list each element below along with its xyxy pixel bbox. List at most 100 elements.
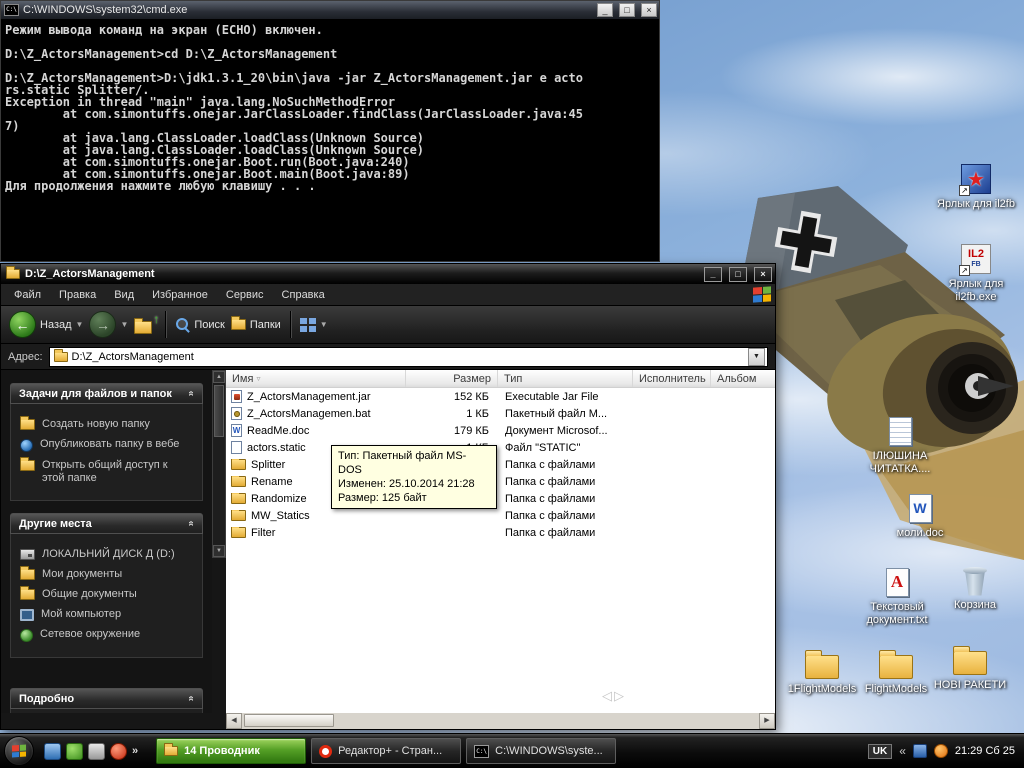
file-type: Папка с файлами: [505, 492, 596, 505]
details-header[interactable]: Подробно: [10, 688, 203, 709]
start-button[interactable]: [4, 736, 34, 766]
scroll-left-button[interactable]: [226, 713, 242, 729]
file-type: Папка с файлами: [505, 475, 596, 488]
cmd-restore-button[interactable]: [619, 3, 635, 17]
other-places-header[interactable]: Другие места: [10, 513, 203, 534]
folder-icon: [6, 266, 20, 279]
task-explorer-group[interactable]: 14 Проводник: [156, 738, 307, 764]
folders-button[interactable]: Папки: [230, 316, 281, 331]
cmd-minimize-button[interactable]: [597, 3, 613, 17]
quick-launch-overflow-icon[interactable]: [132, 745, 138, 757]
search-button[interactable]: Поиск: [175, 317, 225, 332]
file-row[interactable]: actors.static 1 КБ Файл "STATIC": [226, 439, 775, 456]
file-row[interactable]: Z_ActorsManagemen.bat 1 КБ Пакетный файл…: [226, 405, 775, 422]
sidebar-item-shared-documents[interactable]: Общие документы: [20, 586, 193, 601]
column-header-album[interactable]: Альбом: [711, 370, 775, 387]
shortcut-arrow-icon: [959, 185, 970, 196]
tray-app-icon[interactable]: [912, 744, 927, 758]
file-row[interactable]: Randomize Папка с файлами: [226, 490, 775, 507]
language-indicator[interactable]: UK: [867, 743, 893, 759]
sidebar-item-publish-web[interactable]: Опубликовать папку в вебе: [20, 438, 193, 452]
sidebar-item-local-disk-d[interactable]: ЛОКАЛЬНИЙ ДИСК Д (D:): [20, 548, 193, 561]
scrollbar-thumb[interactable]: [244, 714, 334, 727]
menu-edit[interactable]: Правка: [50, 286, 105, 304]
chevron-up-icon[interactable]: [186, 521, 197, 527]
sidebar-item-new-folder[interactable]: Создать новую папку: [20, 416, 193, 431]
views-dropdown-icon[interactable]: [320, 320, 328, 329]
desktop-icon-folder-novi-rakety[interactable]: НОВІ РАКЕТИ: [931, 644, 1009, 692]
tray-expand-icon[interactable]: [899, 744, 906, 758]
desktop-icon-word-doc[interactable]: моли.doc: [881, 492, 959, 540]
sidebar-item-network[interactable]: Сетевое окружение: [20, 628, 193, 642]
menu-file[interactable]: Файл: [5, 286, 50, 304]
explorer-maximize-button[interactable]: [729, 266, 747, 282]
column-header-artist[interactable]: Исполнитель: [633, 370, 711, 387]
sidebar-item-my-computer[interactable]: Мой компьютер: [20, 608, 193, 621]
desktop-icon-il2fb-exe-shortcut[interactable]: Ярлык для il2fb.exe: [937, 243, 1015, 304]
chevron-up-icon[interactable]: [186, 391, 197, 397]
file-row[interactable]: Splitter Папка с файлами: [226, 456, 775, 473]
sidebar-scrollbar[interactable]: [212, 370, 226, 558]
tray-update-icon[interactable]: [933, 744, 948, 758]
file-name: ReadMe.doc: [247, 424, 310, 437]
desktop-icon-txt-file[interactable]: Текстовый документ.txt: [858, 566, 936, 627]
back-dropdown-icon[interactable]: [76, 320, 84, 329]
explorer-minimize-button[interactable]: [704, 266, 722, 282]
up-button[interactable]: [134, 316, 156, 334]
explorer-titlebar[interactable]: D:\Z_ActorsManagement: [1, 264, 775, 284]
horizontal-scrollbar[interactable]: [226, 713, 775, 729]
scrollbar-track[interactable]: [242, 713, 759, 729]
file-row[interactable]: Filter Папка с файлами: [226, 524, 775, 541]
forward-button[interactable]: [89, 311, 128, 338]
batch-file-icon: [231, 407, 242, 420]
forward-dropdown-icon[interactable]: [120, 320, 128, 329]
menu-view[interactable]: Вид: [105, 286, 143, 304]
desktop-icon-text-document[interactable]: ІЛЮШИНА ЧИТАТКА....: [861, 415, 939, 476]
sidebar-item-label: Общие документы: [42, 588, 137, 600]
snagit-icon[interactable]: [88, 742, 105, 760]
file-row[interactable]: ReadMe.doc 179 КБ Документ Microsof...: [226, 422, 775, 439]
column-header-name[interactable]: Имя: [226, 370, 406, 387]
address-dropdown-button[interactable]: [748, 347, 765, 366]
desktop-icon-label: НОВІ РАКЕТИ: [933, 679, 1007, 691]
sidebar-item-label: Открыть общий доступ к этой папке: [42, 459, 168, 484]
chevron-up-icon[interactable]: [186, 696, 197, 702]
show-desktop-icon[interactable]: [44, 742, 61, 760]
scrollbar-thumb[interactable]: [214, 385, 224, 437]
desktop-icon-folder-1flightmodels[interactable]: 1FlightModels: [783, 648, 861, 696]
menu-help[interactable]: Справка: [273, 286, 334, 304]
back-button[interactable]: Назад: [9, 311, 83, 338]
address-input[interactable]: D:\Z_ActorsManagement: [48, 346, 768, 367]
menu-favorites[interactable]: Избранное: [143, 286, 217, 304]
file-row[interactable]: MW_Statics Папка с файлами: [226, 507, 775, 524]
sidebar-item-label: Создать новую папку: [42, 418, 150, 430]
cmd-close-button[interactable]: [641, 3, 657, 17]
column-header-type[interactable]: Тип: [498, 370, 633, 387]
cmd-console[interactable]: Режим вывода команд на экран (ECHO) вклю…: [1, 19, 659, 261]
column-header-size[interactable]: Размер: [406, 370, 498, 387]
file-tasks-header[interactable]: Задачи для файлов и папок: [10, 383, 203, 404]
file-row[interactable]: Rename Папка с файлами: [226, 473, 775, 490]
forward-arrow-icon: [89, 311, 117, 338]
scroll-right-button[interactable]: [759, 713, 775, 729]
menu-tools[interactable]: Сервис: [217, 286, 273, 304]
desktop-icon-recycle-bin[interactable]: Корзина: [936, 564, 1014, 612]
file-row[interactable]: Z_ActorsManagement.jar 152 КБ Executable…: [226, 388, 775, 405]
sidebar-item-share-folder[interactable]: Открыть общий доступ к этой папке: [20, 457, 193, 485]
views-button[interactable]: [299, 317, 328, 332]
media-player-icon[interactable]: [66, 742, 83, 760]
explorer-close-button[interactable]: [754, 266, 772, 282]
column-label: Альбом: [717, 372, 757, 385]
sidebar-item-my-documents[interactable]: Мои документы: [20, 566, 193, 581]
browser-icon[interactable]: [110, 742, 127, 760]
scroll-up-button[interactable]: [213, 371, 225, 383]
scroll-down-button[interactable]: [213, 545, 225, 557]
task-cmd[interactable]: C:\WINDOWS\syste...: [466, 738, 617, 764]
cmd-titlebar[interactable]: C:\WINDOWS\system32\cmd.exe: [1, 1, 659, 19]
desktop-icon-folder-flightmodels[interactable]: FlightModels: [857, 648, 935, 696]
taskbar-clock[interactable]: 21:29 Сб 25: [955, 745, 1015, 757]
address-label: Адрес:: [8, 350, 43, 363]
quick-launch: [44, 742, 138, 760]
task-editor[interactable]: Редактор+ - Стран...: [311, 738, 462, 764]
desktop-icon-il2fb-shortcut[interactable]: Ярлык для il2fb: [937, 163, 1015, 211]
